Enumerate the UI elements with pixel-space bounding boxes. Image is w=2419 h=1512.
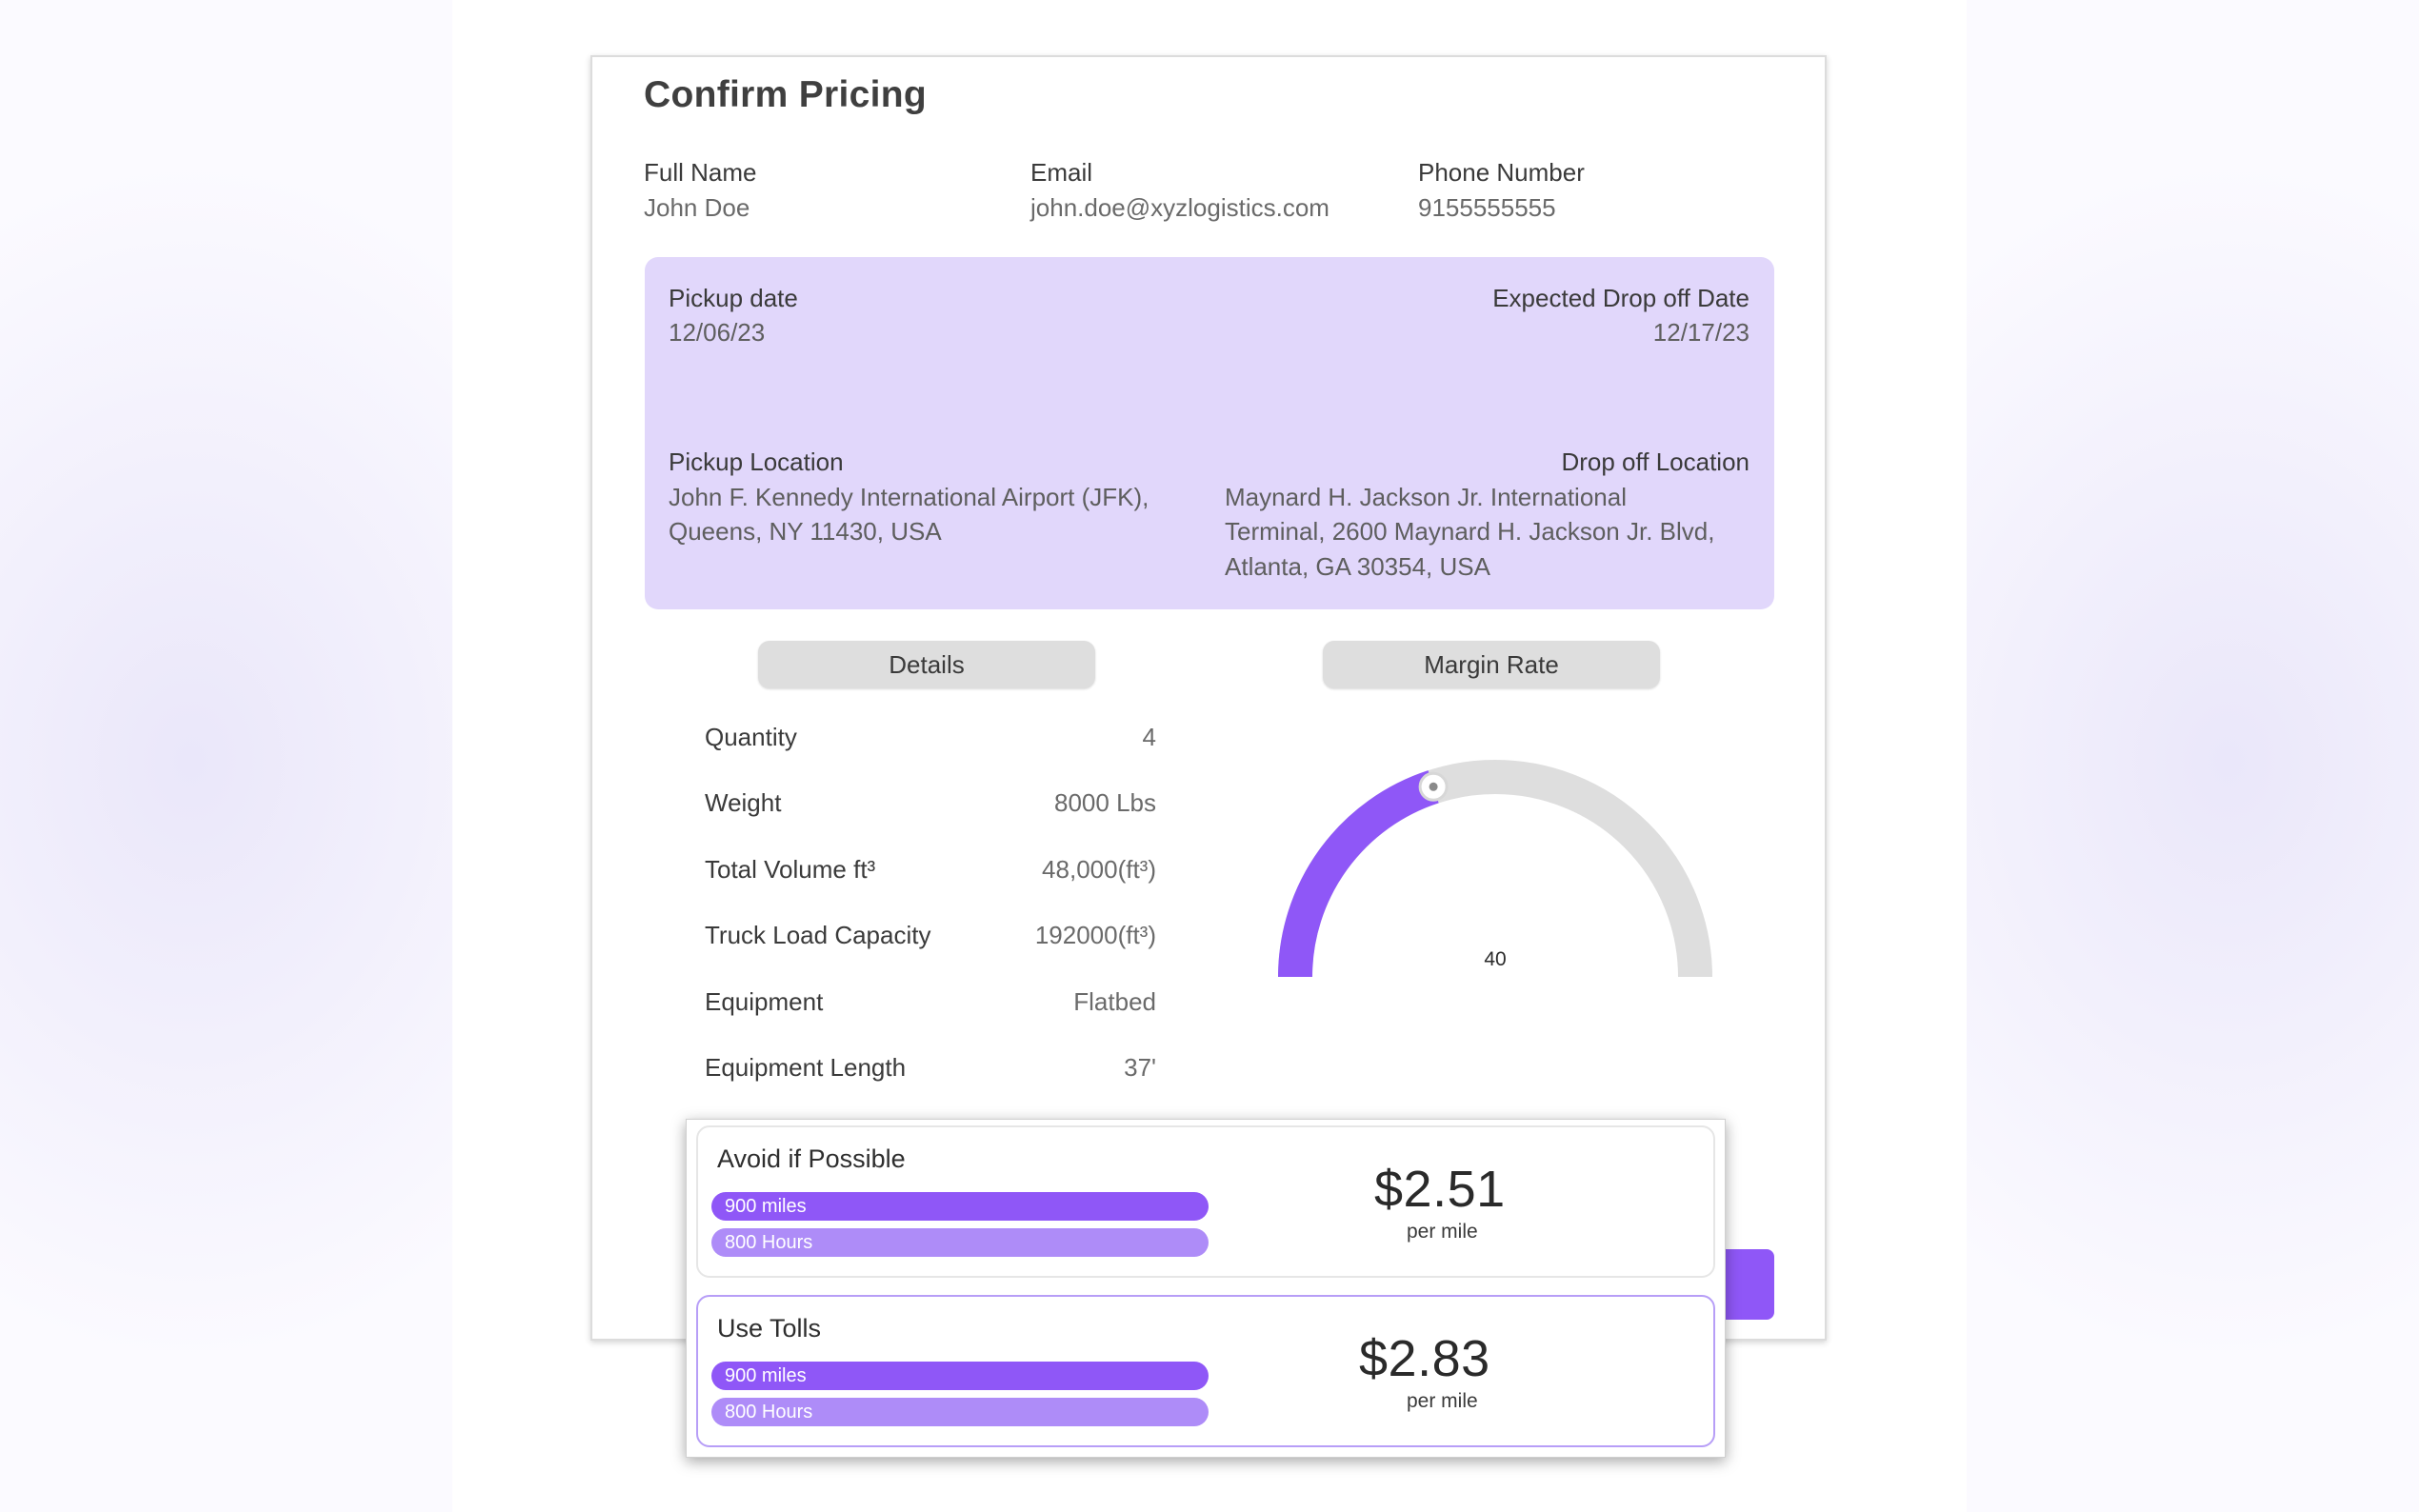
route-option-avoid-tolls[interactable]: Avoid if Possible 900 miles 800 Hours $2…	[696, 1125, 1715, 1278]
detail-value-weight: 8000 Lbs	[1054, 788, 1156, 817]
distance-bar: 900 miles	[711, 1362, 1209, 1390]
margin-rate-gauge: 40	[1278, 760, 1712, 978]
price-value: $2.83	[1359, 1330, 1490, 1387]
dropoff-date-label: Expected Drop off Date	[1492, 284, 1749, 312]
page-title: Confirm Pricing	[644, 74, 928, 115]
dropoff-location-line2: Terminal, 2600 Maynard H. Jackson Jr. Bl…	[1225, 517, 1715, 546]
detail-label-equipment-length: Equipment Length	[705, 1053, 907, 1082]
pickup-date-value: 12/06/23	[669, 318, 766, 347]
route-options-popup: Avoid if Possible 900 miles 800 Hours $2…	[686, 1119, 1726, 1458]
price-value: $2.51	[1374, 1161, 1506, 1218]
detail-value-truck-load-capacity: 192000(ft³)	[1034, 921, 1156, 949]
route-option-use-tolls[interactable]: Use Tolls 900 miles 800 Hours $2.83 per …	[696, 1295, 1715, 1447]
gauge-knob-dot	[1429, 782, 1438, 791]
pickup-location-line2: Queens, NY 11430, USA	[669, 517, 942, 546]
route-option-title: Use Tolls	[717, 1314, 822, 1343]
detail-value-total-volume: 48,000(ft³)	[1042, 855, 1156, 884]
dropoff-location-line1: Maynard H. Jackson Jr. International	[1225, 483, 1627, 511]
detail-value-equipment-length: 37'	[1124, 1053, 1156, 1082]
phone-label: Phone Number	[1418, 158, 1585, 187]
gauge-fill	[1278, 770, 1439, 978]
detail-label-quantity: Quantity	[705, 723, 797, 751]
duration-bar: 800 Hours	[711, 1228, 1209, 1257]
gauge-value-label: 40	[1484, 948, 1506, 970]
phone-value: 9155555555	[1418, 193, 1556, 222]
dropoff-location-label: Drop off Location	[1561, 448, 1749, 476]
price-unit: per mile	[1407, 1390, 1478, 1412]
detail-label-equipment: Equipment	[705, 987, 824, 1016]
price-unit: per mile	[1407, 1221, 1478, 1243]
detail-value-quantity: 4	[1142, 723, 1156, 751]
email-label: Email	[1030, 158, 1093, 187]
dropoff-date-value: 12/17/23	[1652, 318, 1749, 347]
detail-label-total-volume: Total Volume ft³	[705, 855, 876, 884]
detail-label-truck-load-capacity: Truck Load Capacity	[705, 921, 931, 949]
distance-bar: 900 miles	[711, 1192, 1209, 1221]
route-option-title: Avoid if Possible	[717, 1144, 906, 1173]
tab-details[interactable]: Details	[758, 641, 1095, 688]
pickup-date-label: Pickup date	[669, 284, 798, 312]
pickup-location-line1: John F. Kennedy International Airport (J…	[669, 483, 1150, 511]
dropoff-location-line3: Atlanta, GA 30354, USA	[1225, 552, 1490, 581]
full-name-label: Full Name	[644, 158, 757, 187]
pickup-location-label: Pickup Location	[669, 448, 844, 476]
duration-bar: 800 Hours	[711, 1398, 1209, 1426]
tab-margin-rate[interactable]: Margin Rate	[1323, 641, 1660, 688]
full-name-value: John Doe	[644, 193, 750, 222]
detail-value-equipment: Flatbed	[1073, 987, 1156, 1016]
detail-label-weight: Weight	[705, 788, 782, 817]
gauge-track	[1278, 760, 1712, 978]
email-value: john.doe@xyzlogistics.com	[1030, 193, 1329, 222]
